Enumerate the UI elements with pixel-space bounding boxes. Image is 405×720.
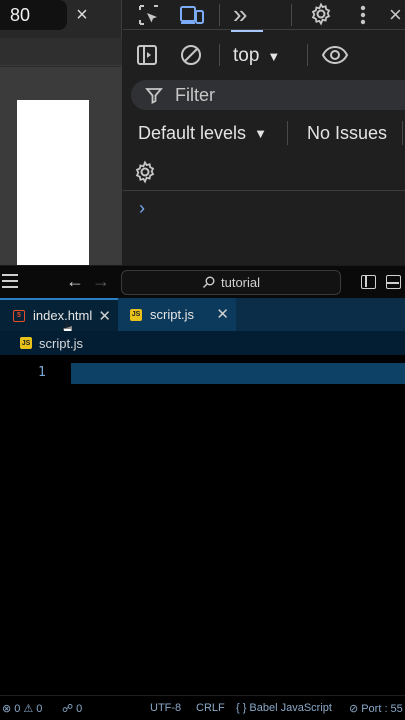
filter-funnel-icon [145, 86, 163, 104]
problems-indicator[interactable]: ⊗ 0 ⚠ 0 [2, 702, 43, 716]
error-icon: ⊗ [2, 703, 12, 715]
filter-input[interactable]: Filter [131, 80, 405, 110]
page-viewport: 80 × [0, 0, 122, 266]
vscode-window: ← → tutorial 5 index.html ✕ JS script.js… [0, 265, 405, 720]
braces-icon: { } [236, 702, 247, 714]
line-number: 1 [38, 365, 46, 380]
caret-down-icon: ▼ [267, 48, 281, 64]
page-white-area [17, 100, 89, 266]
context-value: top [233, 45, 260, 66]
language-indicator[interactable]: { } Babel JavaScript [236, 702, 332, 714]
encoding-indicator[interactable]: UTF-8 [150, 702, 181, 714]
close-devtools-icon[interactable]: × [389, 2, 402, 28]
back-arrow-icon[interactable]: ← [66, 271, 84, 292]
console-divider [123, 190, 405, 191]
ports-icon: ☍ [62, 703, 74, 715]
console-prompt-chevron-icon[interactable]: › [139, 198, 145, 219]
no-entry-icon: ⊘ [349, 703, 359, 715]
browser-window: 80 × » × top ▼ Filter Default levels ▼ N… [0, 0, 405, 266]
console-settings-gear-icon[interactable] [133, 160, 157, 184]
toolbar-separator [219, 4, 220, 26]
sidebar-toggle-icon[interactable] [135, 43, 159, 67]
search-icon [202, 276, 215, 289]
port-label: Port : 55 [361, 702, 403, 715]
filter-placeholder: Filter [175, 84, 215, 105]
tab-close-icon[interactable]: ✕ [216, 305, 229, 323]
active-tab-indicator [231, 30, 263, 32]
warning-count: 0 [36, 702, 43, 715]
tab-index-html[interactable]: 5 index.html ✕ [0, 298, 118, 336]
more-tabs-button[interactable]: » [233, 0, 247, 28]
live-expression-eye-icon[interactable] [321, 43, 349, 67]
html5-icon: 5 [13, 309, 25, 322]
clear-console-icon[interactable] [179, 43, 203, 67]
inspect-element-icon[interactable] [137, 3, 161, 27]
context-select[interactable]: top ▼ [233, 42, 280, 70]
breadcrumb: JS script.js [0, 331, 405, 355]
search-text: tutorial [220, 275, 261, 290]
settings-gear-icon[interactable] [309, 2, 333, 26]
js-file-icon: JS [20, 337, 32, 349]
devtools-panel: » × top ▼ Filter Default levels ▼ No Iss… [123, 0, 405, 265]
zoom-close-button[interactable]: × [72, 4, 92, 26]
levels-row: Default levels ▼ No Issues [123, 116, 405, 150]
status-bar: ⊗ 0 ⚠ 0 ☍ 0 UTF-8 CRLF { } Babel JavaScr… [0, 695, 405, 720]
title-bar: ← → tutorial [0, 265, 405, 298]
toggle-panel-layout-icon[interactable] [386, 275, 401, 289]
zoom-input[interactable]: 80 [0, 0, 67, 30]
error-count: 0 [14, 702, 21, 715]
caret-down-icon: ▼ [254, 125, 267, 141]
warning-icon: ⚠ [23, 703, 34, 715]
live-server-port[interactable]: ⊘ Port : 55 [349, 702, 403, 716]
tab-close-icon[interactable]: ✕ [98, 307, 111, 325]
log-levels-dropdown[interactable]: Default levels ▼ [138, 123, 267, 144]
page-canvas [0, 67, 122, 266]
page-toolbar-strip [0, 38, 122, 66]
log-levels-label: Default levels [138, 122, 247, 143]
ports-count: 0 [76, 702, 83, 715]
menu-hamburger-icon[interactable] [2, 274, 18, 292]
current-line-highlight[interactable] [71, 363, 405, 384]
devtools-toolbar: » × [123, 0, 405, 32]
code-editor[interactable]: 1 [0, 355, 405, 695]
toolbar-separator [219, 44, 220, 66]
forward-arrow-icon[interactable]: → [92, 271, 110, 292]
toolbar-separator [307, 44, 308, 66]
js-file-icon: JS [130, 308, 142, 321]
eol-indicator[interactable]: CRLF [196, 702, 225, 714]
breadcrumb-file[interactable]: script.js [39, 336, 83, 351]
language-label: Babel JavaScript [249, 702, 332, 714]
toggle-sidebar-layout-icon[interactable] [361, 275, 376, 289]
toolbar-separator [402, 121, 403, 145]
editor-tabs: 5 index.html ✕ JS script.js ✕ [0, 298, 405, 336]
ports-indicator[interactable]: ☍ 0 [62, 702, 83, 716]
device-toolbar-icon[interactable] [179, 3, 205, 27]
issues-button[interactable]: No Issues [307, 123, 387, 144]
kebab-menu-icon[interactable] [359, 3, 367, 27]
toolbar-separator [287, 121, 288, 145]
tab-label: script.js [150, 307, 195, 322]
command-center-search[interactable]: tutorial [121, 270, 341, 295]
tab-script-js[interactable]: JS script.js ✕ [118, 298, 236, 331]
toolbar-separator [291, 4, 292, 26]
